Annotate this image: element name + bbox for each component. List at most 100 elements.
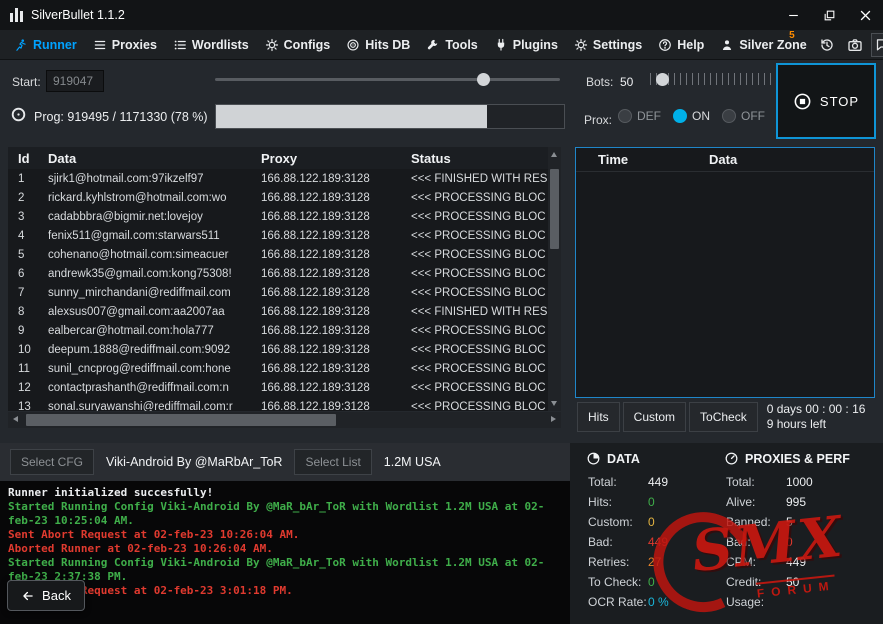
nav-tools[interactable]: Tools (418, 30, 485, 59)
bots-slider-thumb[interactable] (656, 73, 669, 86)
main-nav: Runner Proxies Wordlists Configs Hits DB… (0, 30, 883, 60)
nav-label: Tools (445, 38, 477, 52)
cell-proxy: 166.88.122.189:3128 (261, 268, 411, 280)
settings-icon (574, 38, 588, 52)
progress-text: Prog: 919495 / 1171330 (78 %) (34, 110, 208, 124)
scroll-right-arrow[interactable] (551, 416, 556, 422)
vertical-scrollbar[interactable] (548, 147, 561, 411)
cell-data: ealbercar@hotmail.com:hola777 (48, 325, 261, 337)
start-slider-thumb[interactable] (477, 73, 490, 86)
cell-proxy: 166.88.122.189:3128 (261, 249, 411, 261)
nav-silver-zone[interactable]: Silver Zone 5 (712, 30, 814, 59)
table-row[interactable]: 3cadabbbra@bigmir.net:lovejoy166.88.122.… (8, 207, 548, 226)
stat-row: Credit:50 (720, 572, 882, 592)
cell-id: 3 (18, 211, 48, 223)
progress-bar (215, 104, 565, 129)
start-slider[interactable] (215, 72, 560, 86)
cell-proxy: 166.88.122.189:3128 (261, 287, 411, 299)
prox-def-radio[interactable]: DEF (618, 109, 661, 123)
cell-data: andrewk35@gmail.com:kong75308! (48, 268, 261, 280)
nav-plugins[interactable]: Plugins (486, 30, 566, 59)
table-row[interactable]: 4fenix511@gmail.com:starwars511166.88.12… (8, 226, 548, 245)
proxies-icon (93, 38, 107, 52)
stat-row: OCR Rate:0 % (582, 592, 722, 612)
select-cfg-button[interactable]: Select CFG (10, 449, 94, 475)
nav-configs[interactable]: Configs (257, 30, 339, 59)
camera-icon (847, 37, 863, 53)
table-row[interactable]: 1sjirk1@hotmail.com:97ikzelf97166.88.122… (8, 169, 548, 188)
table-row[interactable]: 9ealbercar@hotmail.com:hola777166.88.122… (8, 321, 548, 340)
prox-off-radio[interactable]: OFF (722, 109, 765, 123)
runner-icon (14, 38, 28, 52)
stop-button[interactable]: STOP (776, 63, 876, 139)
results-table: Id Data Proxy Status 1sjirk1@hotmail.com… (8, 147, 548, 411)
tab-custom[interactable]: Custom (623, 402, 686, 432)
table-row[interactable]: 6andrewk35@gmail.com:kong75308!166.88.12… (8, 264, 548, 283)
table-row[interactable]: 8alexsus007@gmail.com:aa2007aa166.88.122… (8, 302, 548, 321)
maximize-button[interactable] (811, 0, 847, 30)
cell-id: 7 (18, 287, 48, 299)
close-icon (858, 8, 873, 23)
stat-label: Banned: (726, 515, 786, 529)
nav-hits-db[interactable]: Hits DB (338, 30, 418, 59)
tab-hits[interactable]: Hits (577, 402, 620, 432)
camera-button[interactable] (843, 33, 867, 57)
prog-label: Prog: (34, 110, 64, 124)
prox-on-radio[interactable]: ON (673, 109, 710, 123)
tab-tocheck[interactable]: ToCheck (689, 402, 758, 432)
horizontal-scroll-thumb[interactable] (26, 414, 336, 426)
record-icon[interactable] (10, 106, 27, 126)
table-row[interactable]: 2rickard.kyhlstrom@hotmail.com:wo166.88.… (8, 188, 548, 207)
table-row[interactable]: 11sunil_cncprog@rediffmail.com:hone166.8… (8, 359, 548, 378)
cell-status: <<< FINISHED WITH RES (411, 173, 548, 185)
cell-id: 12 (18, 382, 48, 394)
table-row[interactable]: 12contactprashanth@rediffmail.com:n166.8… (8, 378, 548, 397)
history-button[interactable] (815, 33, 839, 57)
col-time: Time (576, 152, 709, 167)
nav-settings[interactable]: Settings (566, 30, 650, 59)
col-data: Data (48, 151, 261, 166)
radio-circle (722, 109, 736, 123)
stat-value: 1000 (786, 475, 882, 489)
cell-proxy: 166.88.122.189:3128 (261, 363, 411, 375)
horizontal-scrollbar[interactable] (8, 412, 561, 428)
stat-row: CPM:449 (720, 552, 882, 572)
cell-data: cohenano@hotmail.com:simeacuer (48, 249, 261, 261)
window-title: SilverBullet 1.1.2 (31, 8, 125, 22)
start-input[interactable] (46, 70, 104, 92)
close-button[interactable] (847, 0, 883, 30)
stat-row: Total:1000 (720, 472, 882, 492)
scroll-left-arrow[interactable] (13, 416, 18, 422)
back-button[interactable]: Back (7, 580, 85, 611)
table-row[interactable]: 7sunny_mirchandani@rediffmail.com166.88.… (8, 283, 548, 302)
hits-tabs: Hits Custom ToCheck 0 days 00 : 00 : 16 … (577, 402, 865, 432)
log-line: Started Running Config Viki-Android By @… (8, 556, 562, 584)
cell-data: sjirk1@hotmail.com:97ikzelf97 (48, 173, 261, 185)
select-list-button[interactable]: Select List (294, 449, 371, 475)
chat-button[interactable] (871, 33, 883, 57)
table-row[interactable]: 5cohenano@hotmail.com:simeacuer166.88.12… (8, 245, 548, 264)
app-logo-icon (10, 8, 23, 22)
table-row[interactable]: 13sonal.suryawanshi@rediffmail.com:r166.… (8, 397, 548, 411)
table-row[interactable]: 10deepum.1888@rediffmail.com:9092166.88.… (8, 340, 548, 359)
data-stats-title: DATA (607, 452, 640, 466)
scroll-up-arrow[interactable] (551, 152, 557, 157)
stat-value: 449 (786, 555, 882, 569)
config-name: Viki-Android By @MaRbAr_ToR (106, 455, 282, 469)
col-data: Data (709, 152, 874, 167)
nav-runner[interactable]: Runner (6, 30, 85, 59)
time-remaining: 9 hours left (767, 417, 866, 432)
stat-value: 0 (786, 535, 882, 549)
configs-icon (265, 38, 279, 52)
progress-fill (216, 105, 487, 128)
scroll-down-arrow[interactable] (551, 401, 557, 406)
stat-label: CPM: (726, 555, 786, 569)
nav-wordlists[interactable]: Wordlists (165, 30, 257, 59)
nav-proxies[interactable]: Proxies (85, 30, 165, 59)
nav-help[interactable]: Help (650, 30, 712, 59)
minimize-button[interactable] (775, 0, 811, 30)
bots-slider[interactable] (650, 72, 772, 86)
vertical-scroll-thumb[interactable] (550, 169, 559, 249)
cell-status: <<< PROCESSING BLOC (411, 325, 548, 337)
stat-value: 5 (786, 515, 882, 529)
